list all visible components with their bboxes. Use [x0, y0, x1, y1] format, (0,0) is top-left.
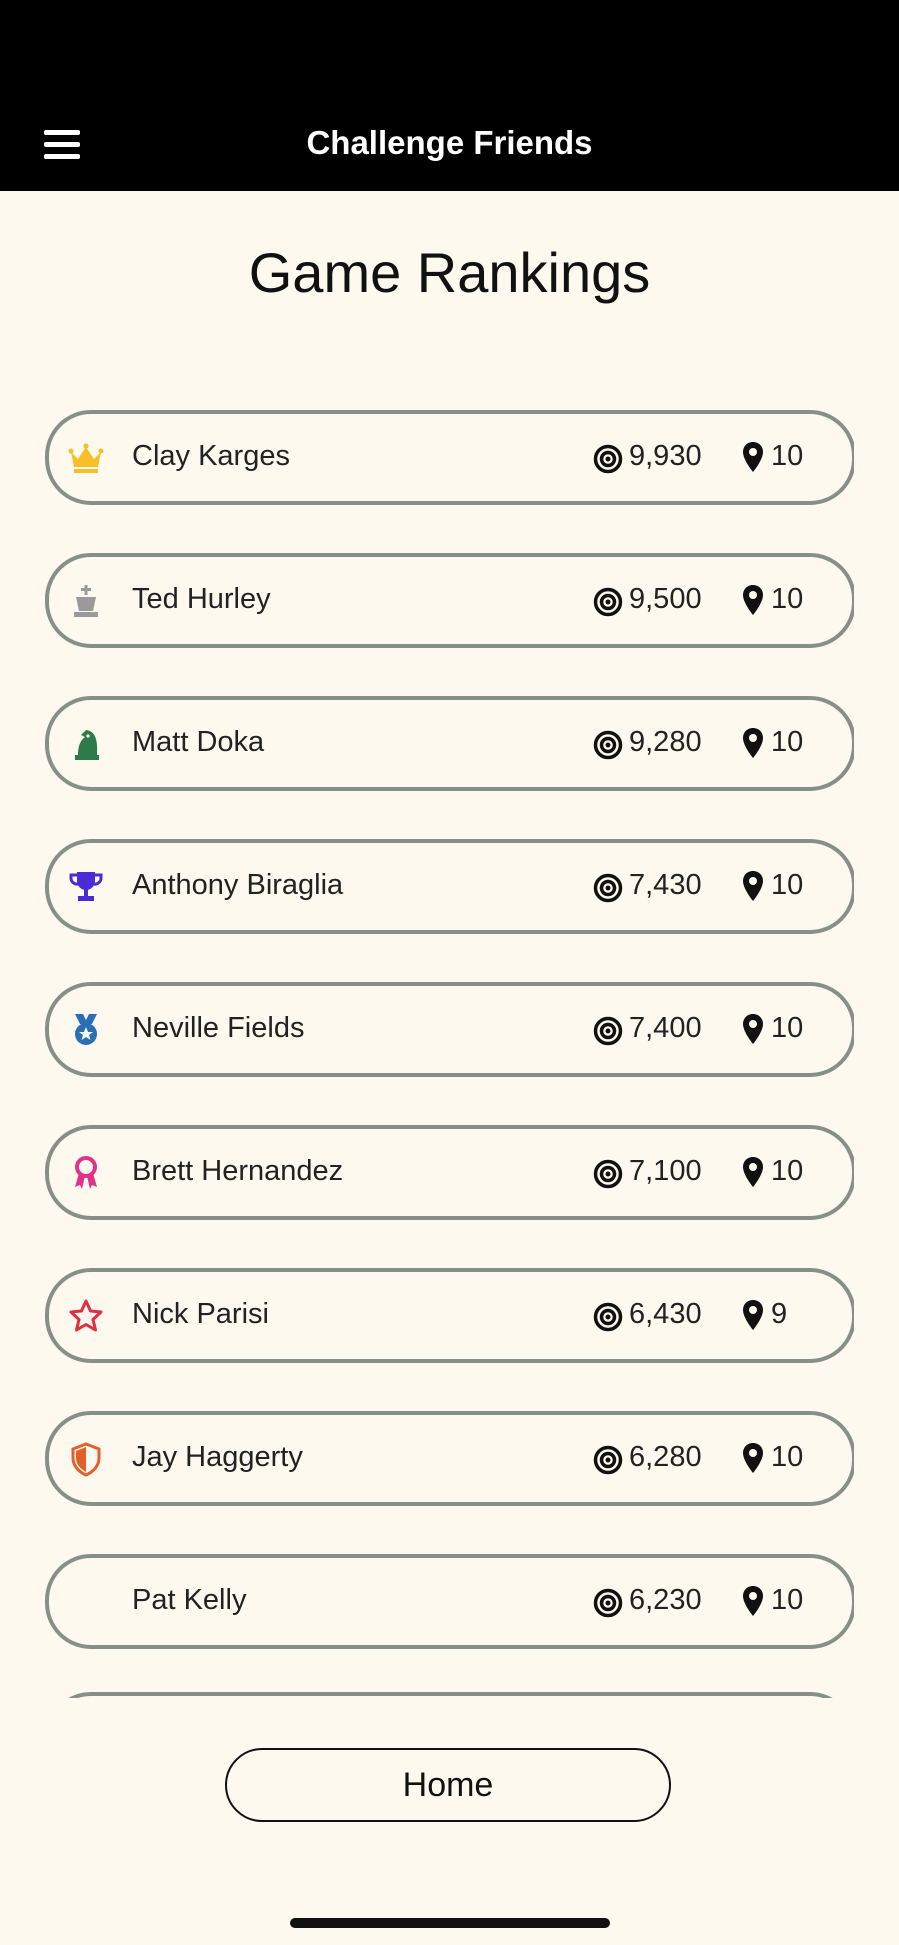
locations-count: 10	[771, 1155, 804, 1187]
locations-count: 10	[771, 869, 804, 901]
star-outline-icon	[67, 1297, 105, 1335]
player-score: 6,280	[629, 1441, 702, 1473]
locations-count: 10	[771, 583, 804, 615]
target-icon	[593, 1445, 623, 1475]
locations-count: 10	[771, 1441, 804, 1473]
player-name: Jay Haggerty	[132, 1441, 303, 1473]
target-icon	[593, 1302, 623, 1332]
chess-king-icon	[67, 582, 105, 620]
locations-count: 9	[771, 1298, 788, 1330]
player-score: 9,280	[629, 726, 702, 758]
location-pin-icon	[742, 1013, 764, 1045]
location-pin-icon	[742, 870, 764, 902]
player-score: 6,230	[629, 1584, 702, 1616]
header-title: Challenge Friends	[306, 124, 593, 161]
ranking-row[interactable]: Jay Haggerty 6,280 10	[45, 1411, 854, 1506]
player-name: Nick Parisi	[132, 1298, 269, 1330]
ranking-row[interactable]: Nick Parisi 6,430 9	[45, 1268, 854, 1363]
ranking-row[interactable]: Neville Fields 7,400 10	[45, 982, 854, 1077]
location-pin-icon	[742, 727, 764, 759]
rankings-list[interactable]: Clay Karges 9,930 10 Ted Hurley 9,500 10 Matt …	[45, 410, 854, 1698]
location-pin-icon	[742, 441, 764, 473]
target-icon	[593, 444, 623, 474]
ranking-row[interactable]: Brett Hernandez 7,100 10	[45, 1125, 854, 1220]
ranking-row[interactable]: Ted Hurley 9,500 10	[45, 553, 854, 648]
target-icon	[593, 873, 623, 903]
location-pin-icon	[742, 584, 764, 616]
ranking-row-partial[interactable]	[45, 1692, 854, 1698]
player-name: Pat Kelly	[132, 1584, 247, 1616]
locations-count: 10	[771, 1012, 804, 1044]
ribbon-award-icon	[67, 1154, 105, 1192]
player-score: 7,430	[629, 869, 702, 901]
ranking-row[interactable]: Matt Doka 9,280 10	[45, 696, 854, 791]
target-icon	[593, 587, 623, 617]
locations-count: 10	[771, 440, 804, 472]
home-indicator	[290, 1918, 610, 1928]
target-icon	[593, 1016, 623, 1046]
shield-icon	[67, 1440, 105, 1478]
player-score: 7,400	[629, 1012, 702, 1044]
locations-count: 10	[771, 726, 804, 758]
location-pin-icon	[742, 1299, 764, 1331]
player-name: Brett Hernandez	[132, 1155, 344, 1187]
page-title: Game Rankings	[248, 241, 651, 304]
ranking-row[interactable]: Pat Kelly 6,230 10	[45, 1554, 854, 1649]
player-name: Ted Hurley	[132, 583, 271, 615]
player-name: Neville Fields	[132, 1012, 305, 1044]
home-button[interactable]: Home	[225, 1748, 671, 1822]
player-score: 6,430	[629, 1298, 702, 1330]
chess-knight-icon	[67, 725, 105, 763]
target-icon	[593, 1588, 623, 1618]
location-pin-icon	[742, 1442, 764, 1474]
target-icon	[593, 1159, 623, 1189]
top-bar: Challenge Friends	[0, 0, 899, 191]
player-score: 7,100	[629, 1155, 702, 1187]
player-name: Clay Karges	[132, 440, 290, 472]
locations-count: 10	[771, 1584, 804, 1616]
trophy-icon	[67, 868, 105, 906]
crown-icon	[67, 439, 105, 477]
player-score: 9,930	[629, 440, 702, 472]
location-pin-icon	[742, 1585, 764, 1617]
rank-icon-empty	[67, 1583, 105, 1621]
target-icon	[593, 730, 623, 760]
player-score: 9,500	[629, 583, 702, 615]
player-name: Anthony Biraglia	[132, 869, 344, 901]
medal-icon	[67, 1011, 105, 1049]
ranking-row[interactable]: Anthony Biraglia 7,430 10	[45, 839, 854, 934]
ranking-row[interactable]: Clay Karges 9,930 10	[45, 410, 854, 505]
location-pin-icon	[742, 1156, 764, 1188]
player-name: Matt Doka	[132, 726, 265, 758]
